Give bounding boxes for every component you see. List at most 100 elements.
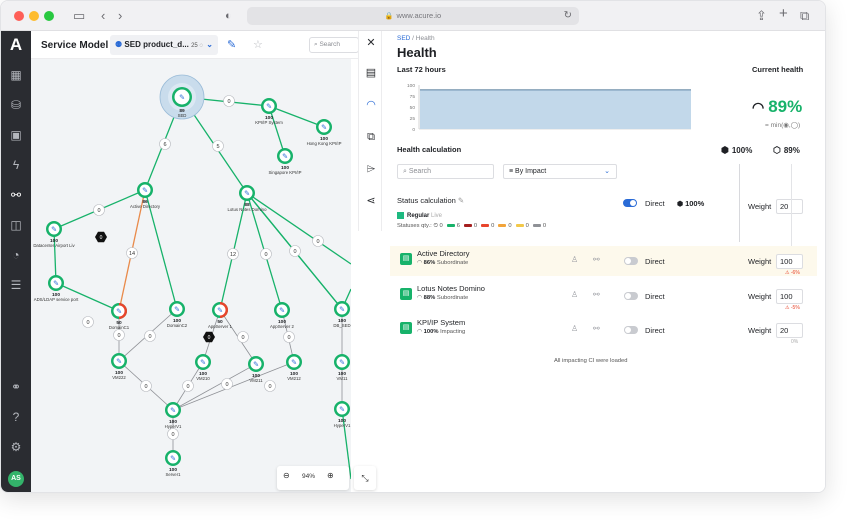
status-color-swatch — [446, 223, 455, 227]
link-icon[interactable]: ⚯ — [593, 290, 600, 299]
wrench-icon: ✎ — [339, 407, 345, 414]
network-icon[interactable]: ⚭ — [8, 379, 24, 395]
share-icon[interactable]: ⇪ — [756, 8, 767, 24]
person-icon[interactable]: ♙ — [571, 255, 578, 264]
health-calc-stat1-value: 100% — [731, 146, 753, 155]
storage-icon[interactable]: ☰ — [8, 277, 24, 293]
reload-icon[interactable]: ↻ — [564, 7, 572, 25]
status-direct-label: Direct — [645, 199, 665, 208]
tag-icon[interactable]: ⌲ — [359, 157, 383, 181]
service-graph-svg[interactable]: 0 6 5 0 14 0 12 0 0 0 0 0 0 0 0 0 0 0 0 0 0 ✎89SED ✎100KPI/IP … — [31, 59, 351, 493]
database-icon[interactable]: ⛁ — [8, 97, 24, 113]
privacy-shield-icon[interactable]: ◐ — [225, 8, 232, 24]
ci-health: 88% — [423, 295, 436, 301]
minimize-window-button[interactable] — [29, 11, 39, 21]
health-arc-icon: ◠ — [417, 329, 424, 335]
graph-node-hv1: ✎100HyperV1 — [165, 402, 182, 429]
node-label: Server1 — [165, 472, 181, 477]
wrench-icon: ✎ — [217, 308, 223, 315]
ci-row[interactable]: ▤ KPI/IP System ◠ 100% Impacting ♙ ⚯ Direct We… — [390, 315, 817, 345]
ci-direct-toggle[interactable] — [624, 326, 638, 334]
status-direct-pct: 100% — [685, 199, 705, 208]
ci-name[interactable]: KPI/IP System — [417, 318, 465, 327]
person-icon[interactable]: ♙ — [571, 290, 578, 299]
address-bar[interactable]: 🔒 www.acure.io ↻ — [247, 7, 579, 25]
ci-row[interactable]: ▤ Lotus Notes Domino ◠ 88% Subordinate ♙ ⚯ Di… — [390, 281, 817, 311]
health-formula: = min(◉,◯) — [765, 122, 801, 129]
settings-gear-icon[interactable]: ⚙ — [8, 439, 24, 455]
ci-weight-input[interactable]: 100 — [776, 289, 803, 304]
health-calc-stat1: ⬢ 100% — [721, 145, 752, 156]
person-icon[interactable]: ♙ — [571, 324, 578, 333]
ci-row[interactable]: ▤ Active Directory ◠ 86% Subordinate ♙ ⚯ Dire… — [390, 246, 817, 276]
node-label: VM210 — [196, 376, 210, 381]
ci-search-input[interactable]: ⌕ Search — [397, 164, 494, 179]
status-count: 0 — [460, 223, 477, 229]
status-calc-text: Status calculation — [397, 196, 456, 205]
wrench-icon: ✎ — [51, 227, 57, 234]
service-model-icon[interactable]: ⚯ — [8, 187, 24, 203]
star-icon[interactable]: ☆ — [253, 38, 263, 51]
zoom-out-icon[interactable]: ⊖ — [283, 471, 290, 480]
timer-icon[interactable]: ◔ — [8, 247, 24, 263]
ci-direct-toggle[interactable] — [624, 257, 638, 265]
service-selector[interactable]: ⚉ SED product_d... 25 ◌ ⌄ — [110, 35, 218, 55]
back-icon[interactable]: ‹ — [101, 8, 105, 24]
hexagon-filled-icon: ⬢ — [721, 145, 729, 155]
app-logo[interactable]: A — [1, 35, 31, 55]
ci-meta: ◠ 86% Subordinate — [417, 260, 468, 266]
wrench-icon: ✎ — [116, 309, 122, 316]
ci-direct-toggle[interactable] — [624, 292, 638, 300]
status-weight-input[interactable]: 20 — [776, 199, 803, 214]
ci-name[interactable]: Active Directory — [417, 249, 470, 258]
close-icon[interactable]: ✕ — [359, 31, 383, 55]
share-nodes-icon[interactable]: ⋖ — [359, 189, 383, 213]
widget-icon[interactable]: ◫ — [8, 217, 24, 233]
close-window-button[interactable] — [14, 11, 24, 21]
live-label[interactable]: Live — [431, 213, 442, 219]
lightning-icon[interactable]: ϟ — [8, 157, 24, 173]
breadcrumb-root[interactable]: SED — [397, 35, 410, 42]
collapse-icon[interactable]: ⤡ — [354, 466, 376, 490]
ci-meta: ◠ 100% Impacting — [417, 329, 465, 335]
node-label: Singapore KPI/IP — [269, 170, 302, 175]
ci-weight-input[interactable]: 20 — [776, 323, 803, 338]
document-icon[interactable]: ▤ — [359, 61, 383, 85]
node-label: ADS/LDAP service port — [34, 297, 79, 302]
dashboard-grid-icon[interactable]: ▦ — [8, 67, 24, 83]
status-direct-toggle[interactable] — [623, 199, 637, 207]
new-tab-icon[interactable]: + — [779, 6, 788, 22]
statuses-qty-label: Statuses qty.: — [397, 223, 432, 229]
ci-weight-input[interactable]: 100 — [776, 254, 803, 269]
user-avatar[interactable]: AS — [8, 471, 24, 487]
ci-weight-label: Weight — [748, 326, 772, 335]
node-label: HyperV1 — [165, 424, 182, 429]
forward-icon[interactable]: › — [118, 8, 122, 24]
edit-pencil-icon[interactable]: ✎ — [227, 38, 236, 51]
ci-name[interactable]: Lotus Notes Domino — [417, 284, 485, 293]
sidebar-toggle-icon[interactable]: ▭ — [73, 8, 85, 24]
help-icon[interactable]: ? — [8, 409, 24, 425]
health-history-chart: 100 75 50 25 0 — [407, 83, 691, 133]
maximize-window-button[interactable] — [44, 11, 54, 21]
edit-pencil-icon[interactable]: ✎ — [458, 196, 464, 205]
link-icon[interactable]: ⚯ — [593, 324, 600, 333]
sort-select[interactable]: ≡ By Impact ⌄ — [503, 164, 617, 179]
node-label: DomainC2 — [167, 323, 188, 328]
ci-direct-label: Direct — [645, 326, 665, 335]
monitor-icon[interactable]: ▣ — [8, 127, 24, 143]
link-icon[interactable]: ⚯ — [593, 255, 600, 264]
node-label: HyperV1 — [334, 423, 351, 428]
status-color-swatch — [498, 223, 507, 227]
divider — [791, 164, 792, 254]
tab-overview-icon[interactable]: ⧉ — [800, 8, 809, 24]
zoom-in-icon[interactable]: ⊕ — [327, 471, 334, 480]
health-panel: SED / Health Health Last 72 hours Curren… — [382, 31, 825, 492]
wrench-icon: ✎ — [244, 191, 250, 198]
health-gauge-icon[interactable]: ◠ — [359, 93, 383, 117]
graph-node-dbsed: ✎100DB_SED — [333, 301, 351, 328]
graph-search-input[interactable]: ⌕ Search — [309, 37, 359, 53]
edge-weight-label: 0 — [225, 382, 228, 388]
service-graph-canvas[interactable]: 0 6 5 0 14 0 12 0 0 0 0 0 0 0 0 0 0 0 0 0 0 ✎ 89 SED ✎ 100 KPI/IP … — [31, 59, 351, 493]
copy-icon[interactable]: ⧉ — [359, 125, 383, 149]
